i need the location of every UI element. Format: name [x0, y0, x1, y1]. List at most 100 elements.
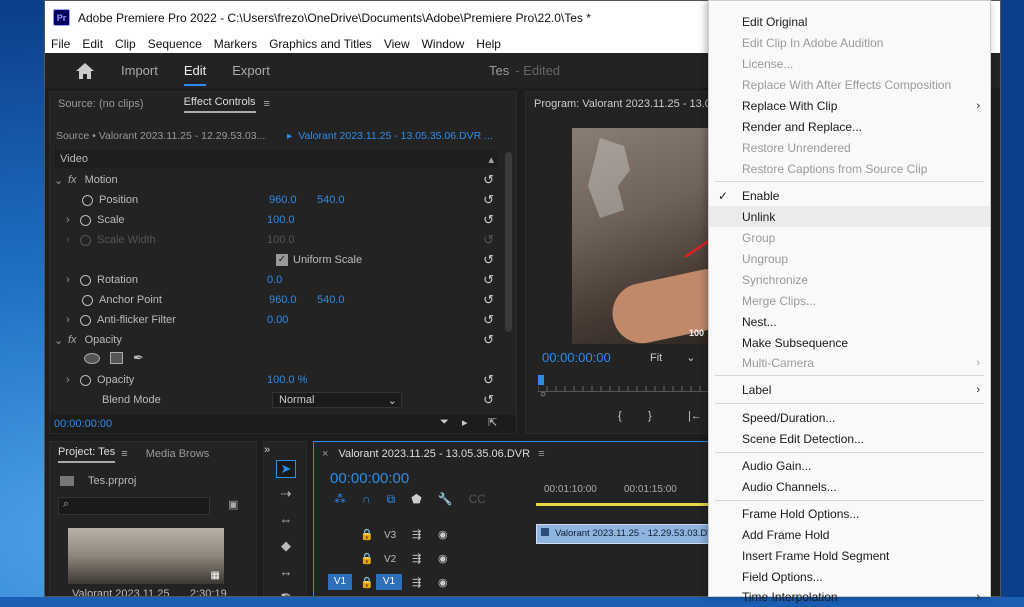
checkbox-checked-icon[interactable]: ✓	[276, 254, 288, 266]
reset-icon[interactable]: ↺	[483, 392, 494, 408]
panel-menu-icon[interactable]: ≡	[264, 98, 270, 110]
effect-row-opacity-group[interactable]: ⌄ fx Opacity ↺	[54, 330, 498, 350]
pen-mask-icon[interactable]: ✒	[133, 350, 144, 366]
panel-menu-icon[interactable]: ≡	[538, 448, 544, 460]
reset-icon[interactable]: ↺	[483, 252, 494, 268]
fit-dropdown[interactable]: Fit ⌄	[650, 351, 695, 364]
tab-export[interactable]: Export	[232, 63, 270, 78]
stopwatch-icon[interactable]	[80, 314, 91, 326]
chevron-right-icon[interactable]: ›	[66, 374, 80, 386]
captions-icon[interactable]: CC	[469, 492, 486, 507]
razor-tool-icon[interactable]: ◆	[276, 538, 296, 556]
collapse-icon[interactable]: ▴	[488, 153, 494, 166]
menu-item-frame-hold-options[interactable]: Frame Hold Options...	[709, 503, 990, 524]
nest-icon[interactable]: ⁂	[334, 492, 346, 507]
opacity-value[interactable]: 100.0 %	[267, 374, 307, 386]
work-area-bar[interactable]	[536, 503, 712, 506]
sync-lock-icon[interactable]: ⇶	[412, 552, 421, 565]
blend-mode-dropdown[interactable]: Normal ⌄	[272, 392, 402, 408]
menu-item-insert-frame-hold[interactable]: Insert Frame Hold Segment	[709, 545, 990, 566]
panel-menu-icon[interactable]: ≡	[121, 448, 127, 460]
expand-panels-icon[interactable]: »	[264, 444, 270, 456]
timeline-clip[interactable]: Valorant 2023.11.25 - 12.29.53.03.DVR	[536, 524, 712, 544]
marker-icon[interactable]: ⬟	[411, 492, 421, 507]
menu-item-edit-original[interactable]: Edit Original	[709, 11, 990, 32]
home-icon[interactable]	[75, 62, 95, 80]
tab-media-browser[interactable]: Media Brows	[146, 448, 210, 460]
menu-item-speed-duration[interactable]: Speed/Duration...	[709, 407, 990, 428]
ripple-edit-tool-icon[interactable]: ⇔	[276, 512, 296, 530]
menu-item-scene-edit-detection[interactable]: Scene Edit Detection...	[709, 428, 990, 449]
menu-item-field-options[interactable]: Field Options...	[709, 566, 990, 587]
menu-markers[interactable]: Markers	[214, 37, 257, 51]
reset-icon[interactable]: ↺	[483, 172, 494, 188]
eye-icon[interactable]: ◉	[438, 552, 448, 565]
effect-row-blend-mode[interactable]: Blend Mode Normal ⌄ ↺	[54, 390, 498, 410]
tab-project[interactable]: Project: Tes	[58, 446, 116, 463]
mark-in-icon[interactable]: {	[618, 410, 622, 422]
chevron-down-icon[interactable]: ⌄	[54, 334, 68, 347]
lock-icon[interactable]: 🔒	[360, 528, 374, 541]
selection-tool-icon[interactable]: ➤	[276, 460, 296, 478]
effect-row-anti-flicker[interactable]: › Anti-flicker Filter 0.00 ↺	[54, 310, 498, 330]
stopwatch-icon[interactable]	[82, 294, 93, 306]
ec-timecode[interactable]: 00:00:00:00	[54, 418, 112, 430]
wrench-icon[interactable]: 🔧	[438, 492, 453, 507]
menu-item-nest[interactable]: Nest...	[709, 311, 990, 332]
tab-effect-controls[interactable]: Effect Controls	[183, 96, 256, 113]
stopwatch-icon[interactable]	[82, 194, 93, 206]
stopwatch-icon[interactable]	[80, 274, 91, 286]
menu-view[interactable]: View	[384, 37, 410, 51]
track-name[interactable]: V1	[376, 574, 402, 590]
new-bin-icon[interactable]: ▣	[228, 498, 238, 511]
reset-icon[interactable]: ↺	[483, 332, 494, 348]
mark-out-icon[interactable]: }	[648, 410, 652, 422]
scrollbar[interactable]	[505, 152, 512, 332]
menu-item-render-replace[interactable]: Render and Replace...	[709, 116, 990, 137]
chevron-right-icon[interactable]: ›	[66, 214, 80, 226]
menu-item-add-frame-hold[interactable]: Add Frame Hold	[709, 524, 990, 545]
reset-icon[interactable]: ↺	[483, 212, 494, 228]
chevron-right-icon[interactable]: ›	[66, 274, 80, 286]
position-x-value[interactable]: 960.0	[269, 194, 317, 206]
time-ruler[interactable]: 00:01:10:00 00:01:15:00	[536, 478, 712, 508]
effect-row-rotation[interactable]: › Rotation 0.0 ↺	[54, 270, 498, 290]
timeline-timecode[interactable]: 00:00:00:00	[330, 470, 409, 487]
track-name[interactable]: V2	[384, 554, 396, 565]
menu-item-unlink[interactable]: Unlink	[709, 206, 990, 227]
chevron-right-icon[interactable]: ›	[66, 314, 80, 326]
menu-item-label-submenu[interactable]: Label ›	[709, 379, 990, 400]
effect-row-motion[interactable]: ⌄ fx Motion ↺	[54, 170, 498, 190]
project-search-input[interactable]: ⌕	[58, 497, 210, 515]
program-timebar[interactable]	[538, 378, 708, 392]
linked-selection-icon[interactable]: ⧉	[387, 492, 396, 507]
menu-item-audio-gain[interactable]: Audio Gain...	[709, 455, 990, 476]
tab-edit[interactable]: Edit	[183, 63, 207, 86]
tab-source[interactable]: Source: (no clips)	[58, 98, 144, 110]
menu-file[interactable]: File	[51, 37, 70, 51]
effect-row-position[interactable]: Position 960.0 540.0 ↺	[54, 190, 498, 210]
stopwatch-icon[interactable]	[80, 374, 91, 386]
eye-icon[interactable]: ◉	[438, 528, 448, 541]
ellipse-mask-icon[interactable]	[84, 352, 100, 364]
playhead-icon[interactable]	[538, 375, 544, 385]
effect-row-uniform-scale[interactable]: ✓ Uniform Scale ↺	[54, 250, 498, 270]
eye-icon[interactable]: ◉	[438, 576, 448, 589]
position-y-value[interactable]: 540.0	[317, 194, 345, 206]
slip-tool-icon[interactable]: ↔	[276, 564, 296, 582]
track-select-tool-icon[interactable]: ⇢	[276, 486, 296, 504]
export-icon[interactable]: ⇱	[488, 416, 497, 429]
reset-icon[interactable]: ↺	[483, 312, 494, 328]
play-audio-icon[interactable]: ▸	[462, 416, 468, 429]
rectangle-mask-icon[interactable]	[110, 352, 123, 364]
menu-edit[interactable]: Edit	[82, 37, 103, 51]
anchor-x-value[interactable]: 960.0	[269, 294, 317, 306]
menu-item-replace-with-clip[interactable]: Replace With Clip ›	[709, 95, 990, 116]
rotation-value[interactable]: 0.0	[267, 274, 282, 286]
menu-window[interactable]: Window	[422, 37, 465, 51]
close-icon[interactable]: ×	[322, 448, 328, 460]
menu-clip[interactable]: Clip	[115, 37, 136, 51]
sync-lock-icon[interactable]: ⇶	[412, 528, 421, 541]
anti-flicker-value[interactable]: 0.00	[267, 314, 288, 326]
lock-icon[interactable]: 🔒	[360, 552, 374, 565]
